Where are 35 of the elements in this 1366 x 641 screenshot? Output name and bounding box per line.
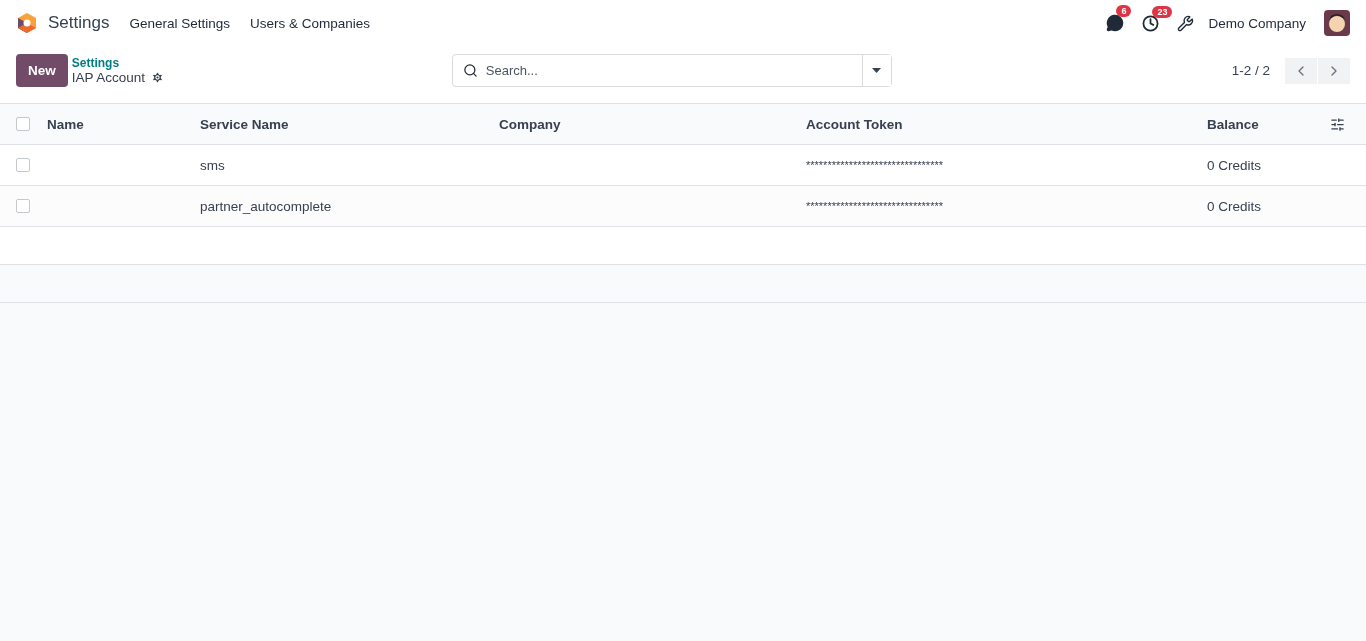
table-cell-text: ******************************** [805,200,944,212]
search-options-toggle[interactable] [861,55,891,86]
caret-icon [872,68,882,73]
table-cell-text: sms [199,157,226,173]
optional-columns-icon[interactable] [1330,116,1345,132]
row-checkbox[interactable] [16,158,30,172]
column-header[interactable]: Account Token [799,116,1200,132]
activity-count: 23 [1152,5,1173,18]
message-count: 6 [1116,5,1132,17]
user-avatar[interactable] [1324,10,1350,36]
table-cell-text: 0 Credits [1206,157,1263,173]
column-header[interactable]: Company [492,116,799,132]
settings-icon[interactable] [151,71,165,84]
column-header[interactable]: Balance [1200,116,1330,132]
tools-icon[interactable] [1177,14,1195,32]
chat-icon[interactable] [1106,14,1125,32]
select-all-checkbox[interactable] [16,117,30,131]
app-name: Settings [48,13,110,33]
column-header[interactable]: Service Name [193,116,492,132]
search-icon [462,63,478,78]
table-cell-text: ******************************** [805,159,944,171]
company-switcher[interactable]: Demo Company [1208,15,1306,31]
table-cell-text: 0 Credits [1206,198,1263,214]
clock-icon[interactable] [1142,14,1160,32]
row-checkbox[interactable] [16,199,30,213]
menu-item[interactable]: Users & Companies [250,15,371,31]
app-logo-icon[interactable] [16,12,38,34]
search-bar[interactable]: Search... [451,54,892,87]
column-header[interactable]: Name [40,116,193,132]
breadcrumb-link[interactable]: Settings [71,56,452,70]
page-title: IAP Account [71,70,146,85]
menu-item[interactable]: General Settings [129,15,230,31]
new-button[interactable]: New [16,54,68,87]
pager-value[interactable]: 1-2 / 2 [1224,63,1277,78]
table-cell-text: partner_autocomplete [199,198,333,214]
